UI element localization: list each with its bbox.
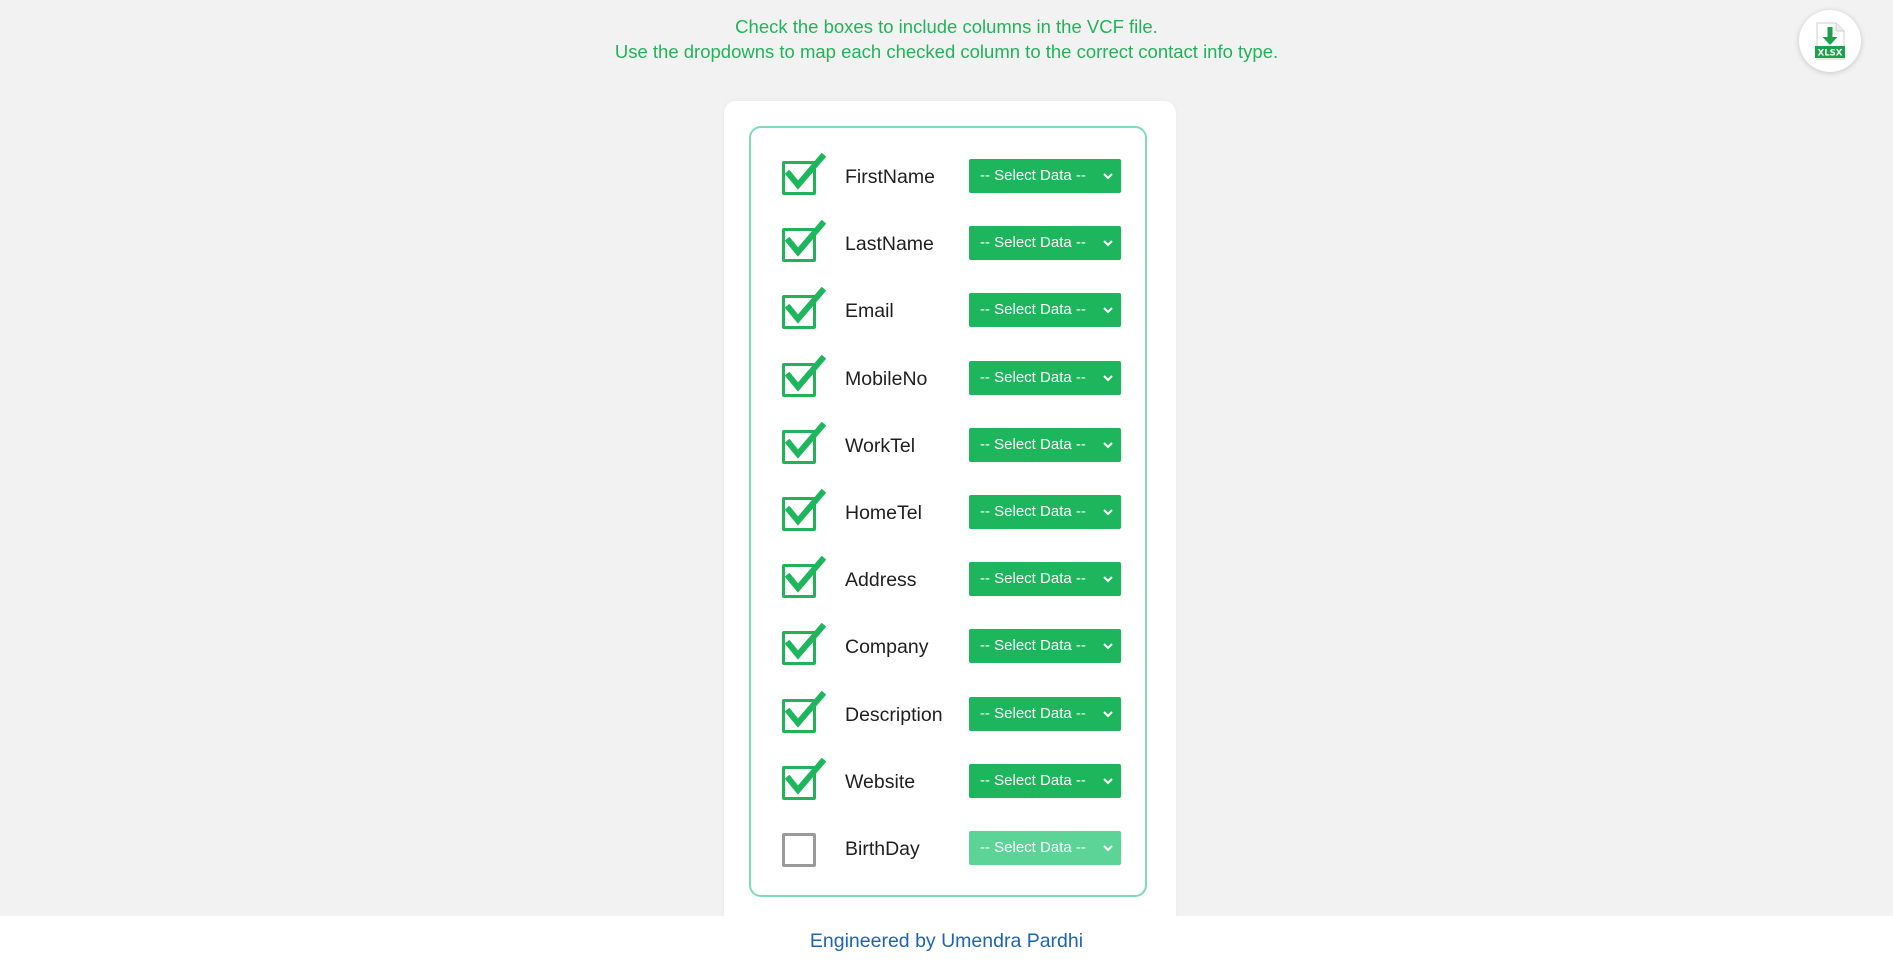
column-label: Website <box>845 770 916 793</box>
chevron-down-icon <box>1103 643 1113 650</box>
contact-type-select[interactable]: -- Select Data -- <box>969 495 1121 529</box>
select-value: -- Select Data -- <box>980 637 1086 655</box>
checkmark-icon <box>784 690 827 728</box>
include-column-checkbox[interactable] <box>782 556 827 599</box>
contact-type-select[interactable]: -- Select Data -- <box>969 159 1121 193</box>
column-row: Description -- Select Data -- <box>751 690 1145 735</box>
column-mapping-card: FirstName -- Select Data -- LastName -- Sel… <box>724 101 1176 964</box>
contact-type-select[interactable]: -- Select Data -- <box>969 427 1121 462</box>
select-value: -- Select Data -- <box>980 301 1086 319</box>
include-column-checkbox[interactable] <box>782 489 827 531</box>
column-label: Company <box>845 636 929 659</box>
contact-type-select[interactable]: -- Select Data -- <box>969 562 1121 597</box>
contact-type-select[interactable]: -- Select Data -- <box>969 226 1121 261</box>
contact-type-select[interactable]: -- Select Data -- <box>969 360 1121 395</box>
column-row: Email -- Select Data -- <box>751 287 1145 331</box>
instructions: Check the boxes to include columns in th… <box>0 14 1893 64</box>
column-row: WorkTel -- Select Data -- <box>751 421 1145 466</box>
column-label: Email <box>845 300 894 323</box>
chevron-down-icon <box>1103 173 1113 180</box>
chevron-down-icon <box>1103 509 1113 516</box>
download-xlsx-icon: XLSX <box>1815 22 1845 60</box>
contact-type-select[interactable]: -- Select Data -- <box>969 629 1121 664</box>
checkmark-icon <box>784 757 827 795</box>
column-list: FirstName -- Select Data -- LastName -- Sel… <box>749 126 1147 897</box>
contact-type-select[interactable]: -- Select Data -- <box>969 293 1121 328</box>
column-label: FirstName <box>845 166 935 188</box>
column-row: BirthDay -- Select Data -- <box>751 829 1145 869</box>
download-xlsx-button[interactable]: XLSX <box>1799 10 1861 72</box>
select-value: -- Select Data -- <box>980 503 1086 520</box>
checkmark-icon <box>784 421 827 459</box>
column-row: Address -- Select Data -- <box>751 556 1145 600</box>
column-row: MobileNo -- Select Data -- <box>751 354 1145 399</box>
checkmark-icon <box>784 220 827 257</box>
include-column-checkbox[interactable] <box>782 354 827 397</box>
select-value: -- Select Data -- <box>980 704 1086 722</box>
chevron-down-icon <box>1103 778 1113 785</box>
instruction-line-1: Check the boxes to include columns in th… <box>735 16 1158 37</box>
column-row: HomeTel -- Select Data -- <box>751 489 1145 533</box>
chevron-down-icon <box>1103 307 1113 314</box>
column-row: Company -- Select Data -- <box>751 623 1145 667</box>
include-column-checkbox[interactable] <box>782 690 827 733</box>
column-label: MobileNo <box>845 367 928 390</box>
xlsx-badge-text: XLSX <box>1818 49 1843 59</box>
include-column-checkbox[interactable] <box>782 287 827 330</box>
instruction-line-2: Use the dropdowns to map each checked co… <box>614 41 1279 62</box>
column-row: LastName -- Select Data -- <box>751 220 1145 264</box>
column-row: Website -- Select Data -- <box>751 757 1145 802</box>
chevron-down-icon <box>1103 442 1113 449</box>
select-value: -- Select Data -- <box>980 234 1086 252</box>
include-column-checkbox[interactable] <box>782 220 827 263</box>
include-column-checkbox[interactable] <box>782 623 827 666</box>
chevron-down-icon <box>1103 576 1113 583</box>
select-value: -- Select Data -- <box>980 771 1086 789</box>
include-column-checkbox[interactable] <box>782 833 816 867</box>
select-value: -- Select Data -- <box>980 368 1086 386</box>
contact-type-select[interactable]: -- Select Data -- <box>969 696 1121 731</box>
select-value: -- Select Data -- <box>980 167 1086 184</box>
select-value: -- Select Data -- <box>980 839 1086 856</box>
footer-credit: Engineered by Umendra Pardhi <box>809 930 1084 952</box>
checkbox-box <box>782 833 816 867</box>
checkmark-icon <box>784 623 827 661</box>
column-label: Description <box>845 703 943 726</box>
select-value: -- Select Data -- <box>980 435 1086 453</box>
column-label: BirthDay <box>845 838 920 860</box>
column-label: Address <box>845 569 917 592</box>
checkmark-icon <box>784 153 827 190</box>
checkmark-icon <box>784 354 827 392</box>
chevron-down-icon <box>1103 845 1113 852</box>
contact-type-select[interactable]: -- Select Data -- <box>969 831 1121 865</box>
checkmark-icon <box>784 287 827 325</box>
checkmark-icon <box>784 489 827 526</box>
include-column-checkbox[interactable] <box>782 153 827 195</box>
checkmark-icon <box>784 556 827 593</box>
include-column-checkbox[interactable] <box>782 421 827 464</box>
chevron-down-icon <box>1103 374 1113 382</box>
include-column-checkbox[interactable] <box>782 757 827 800</box>
column-label: HomeTel <box>845 502 922 524</box>
column-label: LastName <box>845 233 934 256</box>
contact-type-select[interactable]: -- Select Data -- <box>969 763 1121 798</box>
chevron-down-icon <box>1103 240 1113 247</box>
column-row: FirstName -- Select Data -- <box>751 153 1145 197</box>
chevron-down-icon <box>1103 710 1113 718</box>
column-label: WorkTel <box>845 434 916 457</box>
select-value: -- Select Data -- <box>980 570 1086 588</box>
